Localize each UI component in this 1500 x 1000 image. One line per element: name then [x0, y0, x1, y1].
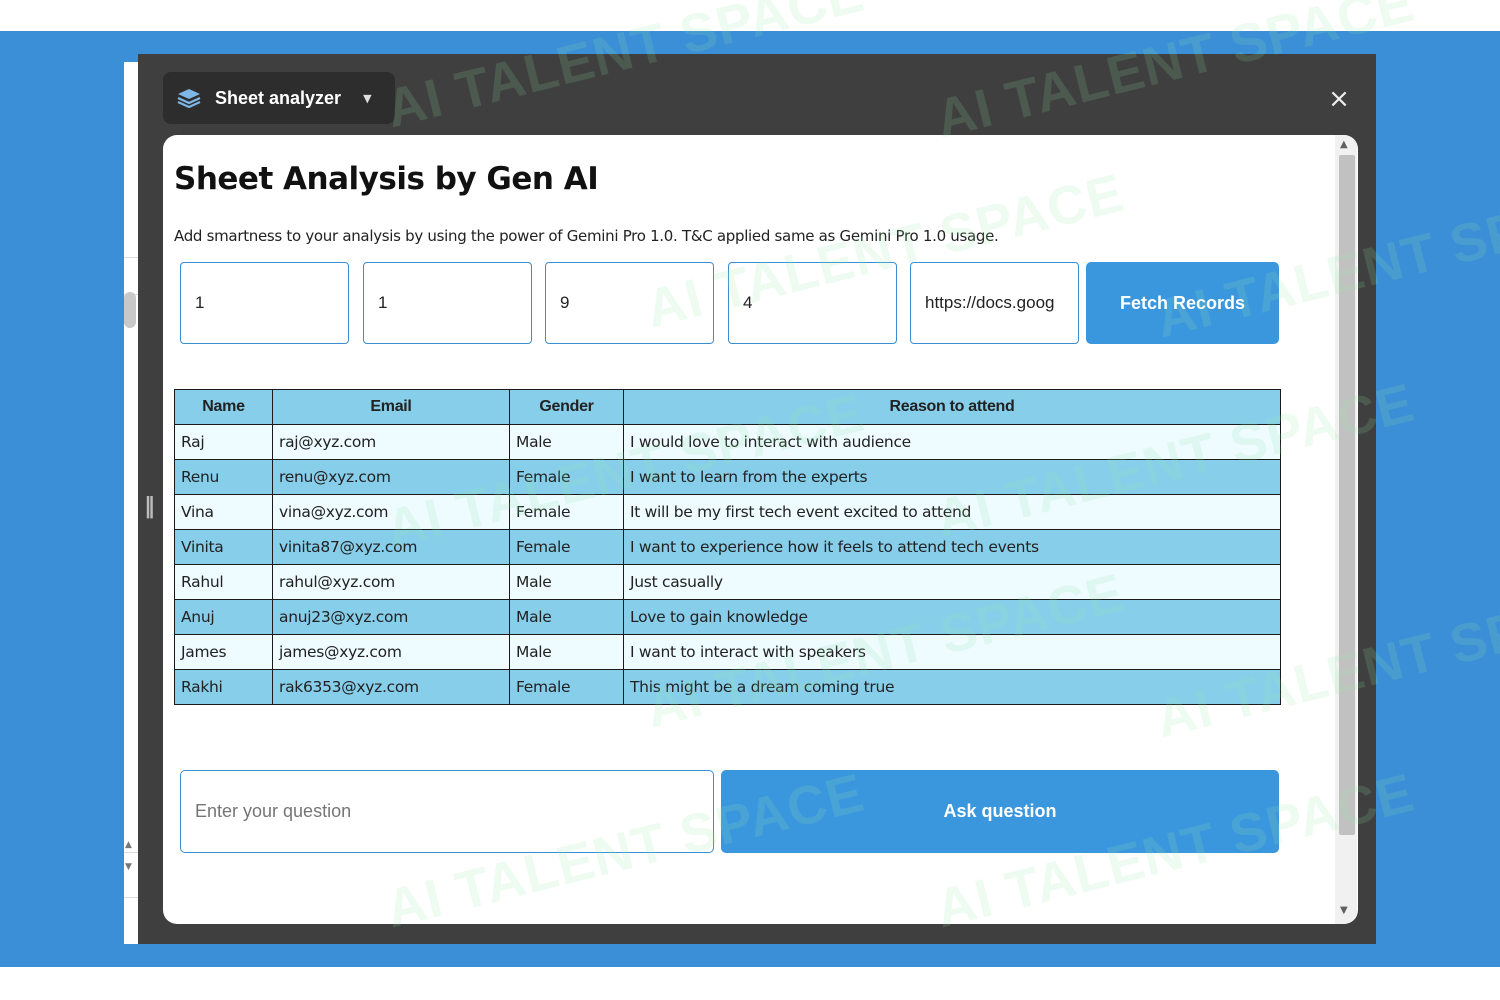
scroll-up-arrow-icon[interactable]: ▲ — [125, 840, 132, 850]
cell-reason: It will be my first tech event excited t… — [623, 494, 1281, 530]
sheet-url-input[interactable] — [910, 262, 1079, 344]
cell-reason: This might be a dream coming true — [623, 669, 1281, 705]
cell-email: raj@xyz.com — [272, 424, 510, 460]
cell-gender: Female — [509, 669, 624, 705]
spreadsheet-edge — [124, 62, 139, 944]
close-icon[interactable]: × — [1326, 84, 1352, 114]
page-subtitle: Add smartness to your analysis by using … — [174, 227, 999, 245]
cell-email: renu@xyz.com — [272, 459, 510, 495]
cell-name: Raj — [174, 424, 273, 460]
table-row: James james@xyz.com Male I want to inter… — [174, 634, 1281, 670]
ask-question-button[interactable]: Ask question — [721, 770, 1279, 853]
table-row: Anuj anuj23@xyz.com Male Love to gain kn… — [174, 599, 1281, 635]
cell-name: Anuj — [174, 599, 273, 635]
cell-email: rahul@xyz.com — [272, 564, 510, 600]
cell-name: Renu — [174, 459, 273, 495]
cell-reason: I want to interact with speakers — [623, 634, 1281, 670]
cell-name: Rahul — [174, 564, 273, 600]
table-row: Raj raj@xyz.com Male I would love to int… — [174, 424, 1281, 460]
cell-name: Vinita — [174, 529, 273, 565]
cell-email: rak6353@xyz.com — [272, 669, 510, 705]
cell-email: james@xyz.com — [272, 634, 510, 670]
records-table: Name Email Gender Reason to attend Raj r… — [174, 389, 1281, 705]
cell-reason: I would love to interact with audience — [623, 424, 1281, 460]
cell-reason: I want to learn from the experts — [623, 459, 1281, 495]
chevron-down-icon: ▼ — [363, 91, 372, 105]
cell-email: vinita87@xyz.com — [272, 529, 510, 565]
page-title: Sheet Analysis by Gen AI — [174, 161, 599, 197]
table-header-row: Name Email Gender Reason to attend — [174, 389, 1281, 425]
spreadsheet-scroll-thumb[interactable] — [124, 292, 136, 328]
cell-gender: Male — [509, 634, 624, 670]
end-row-input[interactable] — [545, 262, 714, 344]
table-row: Vina vina@xyz.com Female It will be my f… — [174, 494, 1281, 530]
cell-gender: Female — [509, 529, 624, 565]
cell-name: James — [174, 634, 273, 670]
table-row: Renu renu@xyz.com Female I want to learn… — [174, 459, 1281, 495]
column-header-name: Name — [174, 389, 273, 425]
panel-scrollbar[interactable]: ▲ ▼ — [1335, 135, 1357, 924]
panel-title-dropdown[interactable]: Sheet analyzer ▼ — [163, 72, 395, 124]
start-column-input[interactable] — [363, 262, 532, 344]
question-input[interactable] — [180, 770, 714, 853]
content-card: Sheet Analysis by Gen AI Add smartness t… — [163, 135, 1358, 924]
table-row: Vinita vinita87@xyz.com Female I want to… — [174, 529, 1281, 565]
layers-icon — [177, 89, 201, 108]
column-header-reason: Reason to attend — [623, 389, 1281, 425]
scroll-up-arrow-icon[interactable]: ▲ — [1340, 139, 1348, 150]
table-row: Rakhi rak6353@xyz.com Female This might … — [174, 669, 1281, 705]
panel-title: Sheet analyzer — [215, 87, 342, 108]
table-row: Rahul rahul@xyz.com Male Just casually — [174, 564, 1281, 600]
scroll-down-arrow-icon[interactable]: ▼ — [125, 862, 132, 872]
resize-handle-icon[interactable]: ‖ — [144, 494, 155, 519]
column-header-email: Email — [272, 389, 510, 425]
fetch-records-button[interactable]: Fetch Records — [1086, 262, 1279, 344]
start-row-input[interactable] — [180, 262, 349, 344]
cell-gender: Male — [509, 424, 624, 460]
cell-gender: Female — [509, 459, 624, 495]
panel-scroll-thumb[interactable] — [1339, 155, 1355, 835]
scroll-down-arrow-icon[interactable]: ▼ — [1340, 905, 1348, 916]
column-header-gender: Gender — [509, 389, 624, 425]
cell-reason: I want to experience how it feels to att… — [623, 529, 1281, 565]
cell-gender: Male — [509, 599, 624, 635]
cell-gender: Female — [509, 494, 624, 530]
cell-gender: Male — [509, 564, 624, 600]
cell-name: Rakhi — [174, 669, 273, 705]
cell-email: vina@xyz.com — [272, 494, 510, 530]
cell-email: anuj23@xyz.com — [272, 599, 510, 635]
cell-reason: Love to gain knowledge — [623, 599, 1281, 635]
cell-reason: Just casually — [623, 564, 1281, 600]
cell-name: Vina — [174, 494, 273, 530]
end-column-input[interactable] — [728, 262, 897, 344]
